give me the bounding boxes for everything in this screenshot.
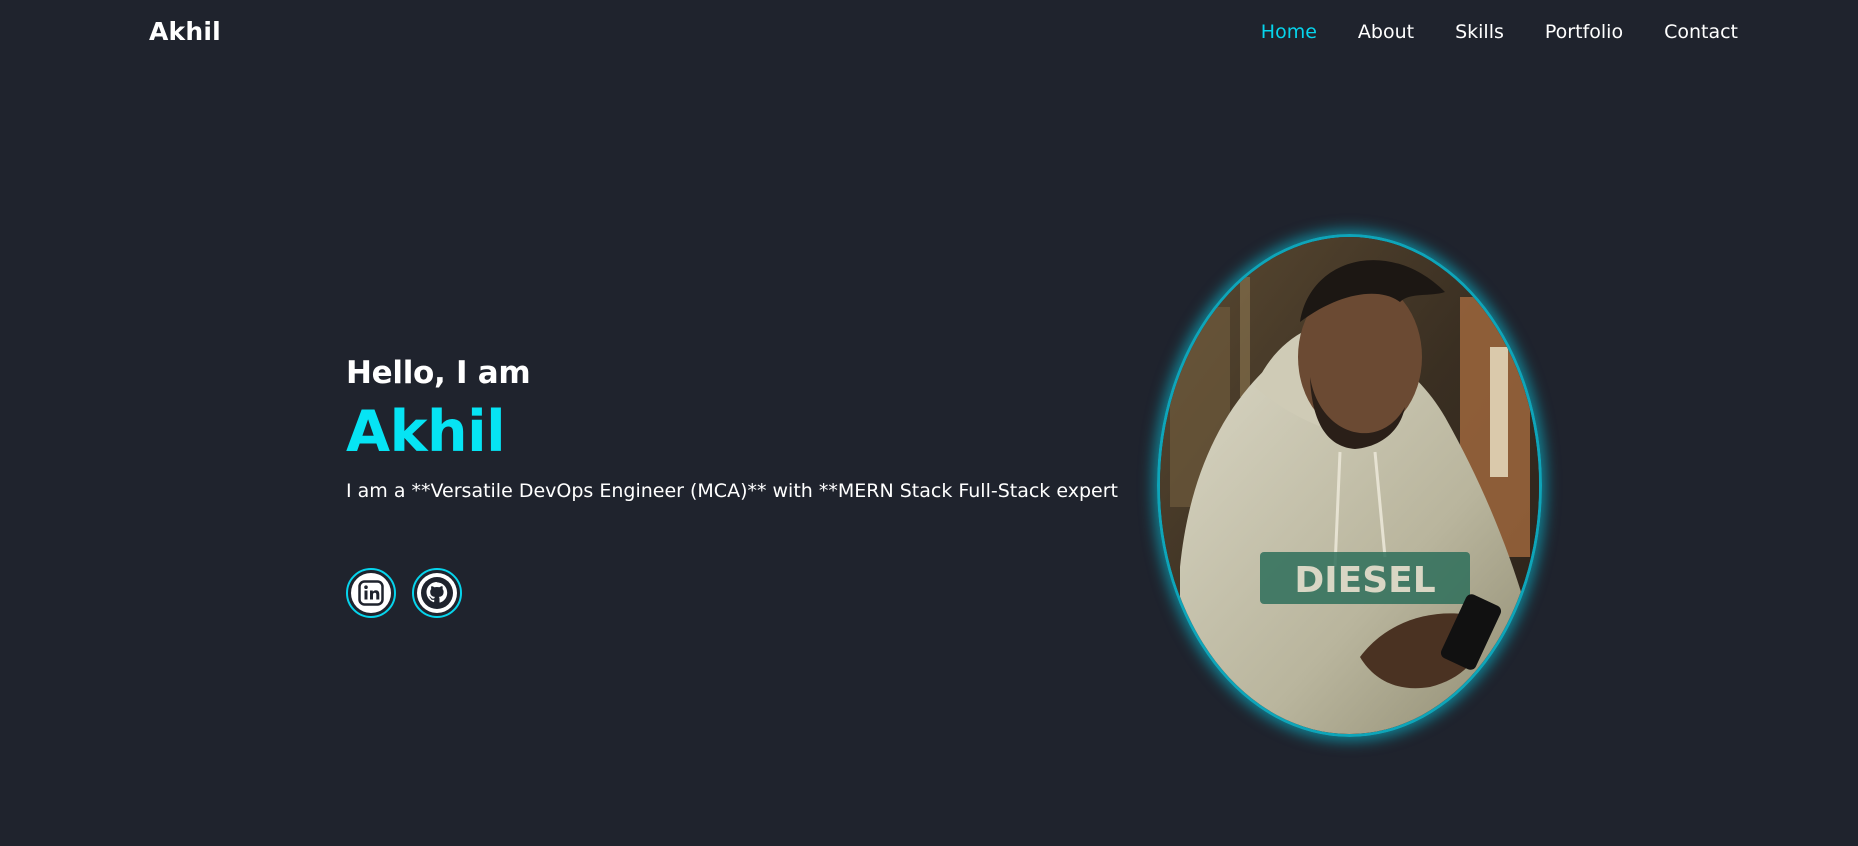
- nav-skills[interactable]: Skills: [1455, 21, 1504, 43]
- shirt-print: DIESEL: [1294, 560, 1435, 601]
- hero-tagline-line: I am a **Versatile DevOps Engineer (MCA)…: [346, 478, 1118, 505]
- hero-greeting: Hello, I am: [346, 355, 531, 391]
- linkedin-link[interactable]: [346, 568, 396, 618]
- hero-tagline: I am a **Versatile DevOps Engineer (MCA)…: [346, 480, 1118, 503]
- nav-about[interactable]: About: [1358, 21, 1414, 43]
- site-logo[interactable]: Akhil: [149, 17, 221, 46]
- github-link[interactable]: [412, 568, 462, 618]
- linkedin-icon: [351, 573, 391, 613]
- hero-name: Akhil: [346, 399, 506, 465]
- main-nav: Home About Skills Portfolio Contact: [1261, 21, 1738, 43]
- profile-photo: DIESEL: [1157, 234, 1542, 737]
- site-header: Akhil Home About Skills Portfolio Contac…: [0, 0, 1858, 68]
- social-links: [346, 568, 462, 618]
- nav-portfolio[interactable]: Portfolio: [1545, 21, 1623, 43]
- github-icon: [417, 573, 457, 613]
- page: Akhil Home About Skills Portfolio Contac…: [0, 0, 1858, 846]
- nav-contact[interactable]: Contact: [1664, 21, 1738, 43]
- nav-home[interactable]: Home: [1261, 21, 1317, 43]
- hero-section: Hello, I am Akhil I am a **Versatile Dev…: [346, 355, 1118, 505]
